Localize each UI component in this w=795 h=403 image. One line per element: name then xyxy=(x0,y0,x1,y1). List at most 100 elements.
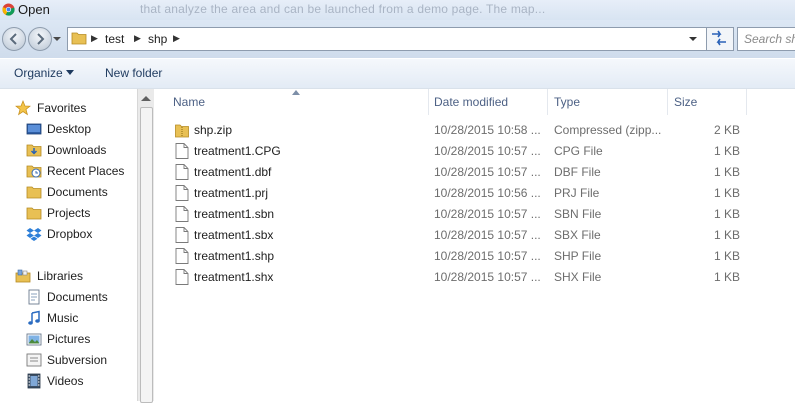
nav-item-pictures[interactable]: Pictures xyxy=(0,329,137,350)
back-arrow-icon xyxy=(9,33,17,45)
file-name: treatment1.sbn xyxy=(194,207,275,221)
refresh-button[interactable] xyxy=(706,27,734,51)
chrome-icon xyxy=(2,3,15,16)
file-icon xyxy=(175,227,189,243)
file-icon xyxy=(175,143,189,159)
file-date: 10/28/2015 10:57 ... xyxy=(434,144,541,158)
file-name: treatment1.shx xyxy=(194,270,274,284)
file-date: 10/28/2015 10:57 ... xyxy=(434,270,541,284)
refresh-icon xyxy=(712,30,726,46)
file-type: SHP File xyxy=(554,249,602,263)
folder-icon xyxy=(26,186,42,199)
file-type: Compressed (zipp... xyxy=(554,123,662,137)
videos-icon xyxy=(27,373,41,389)
search-placeholder: Search shp xyxy=(744,32,795,46)
nav-item-dropbox[interactable]: Dropbox xyxy=(0,224,137,245)
nav-favorites[interactable]: Favorites xyxy=(0,98,137,119)
file-name: treatment1.sbx xyxy=(194,228,274,242)
nav-item-library-documents[interactable]: Documents xyxy=(0,287,137,308)
pictures-icon xyxy=(26,333,42,346)
nav-item-desktop[interactable]: Desktop xyxy=(0,119,137,140)
file-date: 10/28/2015 10:56 ... xyxy=(434,186,541,200)
documents-library-icon xyxy=(28,289,40,305)
subversion-icon xyxy=(26,353,42,367)
nav-item-projects[interactable]: Projects xyxy=(0,203,137,224)
scrollbar-thumb[interactable] xyxy=(140,107,153,403)
background-window-text: that analyze the area and can be launche… xyxy=(140,2,546,16)
breadcrumb-shp[interactable]: shp xyxy=(148,32,167,46)
title-bar: that analyze the area and can be launche… xyxy=(0,0,795,20)
file-icon xyxy=(175,269,189,285)
column-header-size[interactable]: Size xyxy=(668,89,747,115)
window-title: Open xyxy=(18,2,50,17)
breadcrumb-separator-icon[interactable]: ▶ xyxy=(173,33,180,44)
file-name: shp.zip xyxy=(194,123,233,137)
organize-button[interactable]: Organize xyxy=(14,66,63,80)
file-type: PRJ File xyxy=(554,186,600,200)
column-header-date-modified[interactable]: Date modified xyxy=(428,89,548,115)
file-row[interactable]: treatment1.CPG 10/28/2015 10:57 ... CPG … xyxy=(170,141,750,162)
file-size: 1 KB xyxy=(713,186,740,200)
file-name: treatment1.CPG xyxy=(194,144,281,158)
address-dropdown-icon[interactable] xyxy=(688,35,698,43)
scroll-up-icon[interactable] xyxy=(141,95,151,101)
nav-item-recent-places[interactable]: Recent Places xyxy=(0,161,137,182)
breadcrumb-separator-icon[interactable]: ▶ xyxy=(134,33,141,44)
music-icon xyxy=(28,310,40,325)
back-button[interactable] xyxy=(2,27,26,51)
forward-button[interactable] xyxy=(28,27,52,51)
file-icon xyxy=(175,185,189,201)
dropbox-icon xyxy=(26,228,42,241)
file-size: 1 KB xyxy=(713,249,740,263)
navigation-scrollbar[interactable] xyxy=(137,89,154,403)
file-size: 1 KB xyxy=(713,270,740,284)
file-size: 2 KB xyxy=(713,123,740,137)
file-size: 1 KB xyxy=(713,165,740,179)
file-row[interactable]: treatment1.dbf 10/28/2015 10:57 ... DBF … xyxy=(170,162,750,183)
address-bar[interactable]: ▶ test ▶ shp ▶ xyxy=(67,27,707,51)
file-size: 1 KB xyxy=(713,207,740,221)
new-folder-button[interactable]: New folder xyxy=(105,66,162,80)
nav-item-subversion[interactable]: Subversion xyxy=(0,350,137,371)
recent-places-icon xyxy=(26,165,42,178)
file-date: 10/28/2015 10:57 ... xyxy=(434,228,541,242)
folder-icon xyxy=(71,32,87,45)
file-type: CPG File xyxy=(554,144,603,158)
file-icon xyxy=(175,248,189,264)
file-date: 10/28/2015 10:58 ... xyxy=(434,123,541,137)
file-icon xyxy=(175,164,189,180)
file-size: 1 KB xyxy=(713,144,740,158)
folder-icon xyxy=(26,207,42,220)
breadcrumb-test[interactable]: test xyxy=(105,32,124,46)
file-size: 1 KB xyxy=(713,228,740,242)
organize-dropdown-icon[interactable] xyxy=(66,70,74,76)
file-row[interactable]: treatment1.sbn 10/28/2015 10:57 ... SBN … xyxy=(170,204,750,225)
file-name: treatment1.prj xyxy=(194,186,269,200)
file-type: DBF File xyxy=(554,165,601,179)
desktop-icon xyxy=(26,123,42,135)
recent-locations-chevron-icon[interactable] xyxy=(53,35,61,43)
file-row[interactable]: treatment1.sbx 10/28/2015 10:57 ... SBX … xyxy=(170,225,750,246)
breadcrumb-separator-icon[interactable]: ▶ xyxy=(91,33,98,44)
forward-arrow-icon xyxy=(37,33,45,45)
nav-item-documents[interactable]: Documents xyxy=(0,182,137,203)
file-type: SHX File xyxy=(554,270,602,284)
nav-item-downloads[interactable]: Downloads xyxy=(0,140,137,161)
file-row[interactable]: shp.zip 10/28/2015 10:58 ... Compressed … xyxy=(170,120,750,141)
nav-item-music[interactable]: Music xyxy=(0,308,137,329)
libraries-icon xyxy=(15,269,31,283)
file-row[interactable]: treatment1.prj 10/28/2015 10:56 ... PRJ … xyxy=(170,183,750,204)
file-row[interactable]: treatment1.shx 10/28/2015 10:57 ... SHX … xyxy=(170,267,750,288)
file-date: 10/28/2015 10:57 ... xyxy=(434,165,541,179)
star-icon xyxy=(15,100,31,116)
column-header-type[interactable]: Type xyxy=(548,89,668,115)
file-icon xyxy=(175,206,189,222)
file-name: treatment1.shp xyxy=(194,249,275,263)
file-type: SBX File xyxy=(554,228,601,242)
nav-libraries[interactable]: Libraries xyxy=(0,266,137,287)
file-row[interactable]: treatment1.shp 10/28/2015 10:57 ... SHP … xyxy=(170,246,750,267)
sort-ascending-icon xyxy=(292,90,300,95)
file-type: SBN File xyxy=(554,207,602,221)
search-input[interactable]: Search shp xyxy=(737,27,795,51)
nav-item-videos[interactable]: Videos xyxy=(0,371,137,392)
